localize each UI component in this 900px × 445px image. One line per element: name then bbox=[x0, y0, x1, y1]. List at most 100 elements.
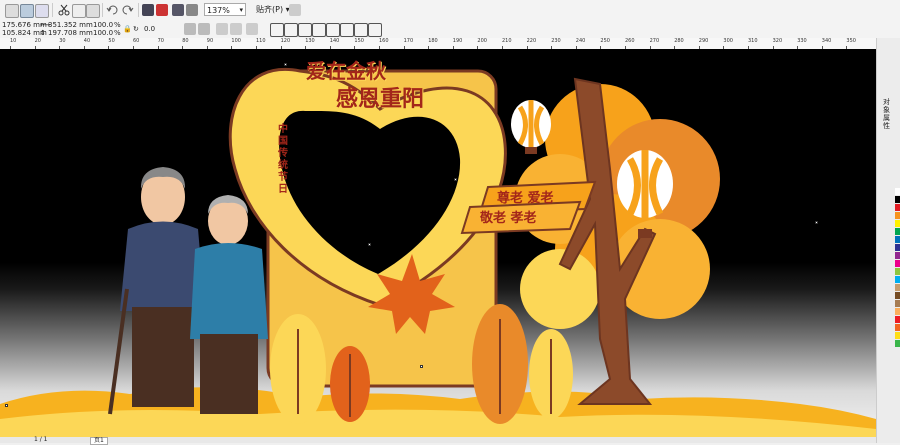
redo-icon[interactable] bbox=[122, 4, 134, 16]
undo-icon[interactable] bbox=[106, 4, 118, 16]
ruler-tick-label: 70 bbox=[157, 38, 164, 44]
rotation-field[interactable]: 0.0 bbox=[144, 25, 155, 33]
color-swatch[interactable] bbox=[895, 300, 900, 307]
color-swatch[interactable] bbox=[895, 252, 900, 259]
selection-handle[interactable] bbox=[284, 63, 287, 66]
ruler-tick-label: 270 bbox=[649, 38, 660, 44]
color-swatch[interactable] bbox=[895, 324, 900, 331]
ungroup-all-icon[interactable] bbox=[246, 23, 258, 35]
banner-respect-love: 尊老 爱老 bbox=[497, 191, 554, 206]
mirror-horizontal-icon[interactable] bbox=[184, 23, 196, 35]
ruler-tick-label: 160 bbox=[379, 38, 389, 44]
color-swatch[interactable] bbox=[895, 284, 900, 291]
page-tab[interactable]: 页1 bbox=[90, 437, 108, 445]
height-field[interactable]: 197.708 mm bbox=[48, 29, 93, 37]
color-swatch[interactable] bbox=[895, 340, 900, 347]
snap-to-label: 贴齐(P) bbox=[256, 5, 284, 14]
lock-ratio-icon[interactable]: 🔒 bbox=[123, 25, 132, 33]
hot-air-balloon-small bbox=[511, 100, 551, 154]
ruler-tick-label: 90 bbox=[206, 38, 214, 44]
intersect-icon[interactable] bbox=[312, 23, 326, 37]
group-icon[interactable] bbox=[216, 23, 228, 35]
cut-icon[interactable] bbox=[58, 4, 70, 16]
zoom-value: 137% bbox=[207, 6, 230, 15]
ruler-tick-label: 300 bbox=[723, 38, 733, 44]
selection-handle[interactable] bbox=[454, 178, 457, 181]
export-icon[interactable] bbox=[156, 4, 168, 16]
color-swatch[interactable] bbox=[895, 212, 900, 219]
color-swatch[interactable] bbox=[895, 308, 900, 315]
open-icon[interactable] bbox=[20, 4, 34, 18]
back-minus-front-icon[interactable] bbox=[354, 23, 368, 37]
app-launcher-icon[interactable] bbox=[186, 4, 198, 16]
title-line-2: 感恩重阳 bbox=[336, 86, 425, 112]
color-swatch[interactable] bbox=[895, 332, 900, 339]
ruler-tick-label: 20 bbox=[34, 38, 41, 44]
chevron-down-icon: ▾ bbox=[239, 6, 243, 14]
selection-handle[interactable] bbox=[815, 221, 818, 224]
ruler-tick-label: 330 bbox=[797, 38, 807, 44]
object-properties-tab[interactable]: 对象属性 bbox=[883, 98, 893, 130]
options-icon[interactable] bbox=[289, 4, 301, 16]
ruler-tick-label: 340 bbox=[821, 38, 832, 44]
ruler-tick-label: 30 bbox=[59, 38, 66, 44]
ruler-tick-label: 200 bbox=[477, 38, 487, 44]
color-swatch[interactable] bbox=[895, 188, 900, 195]
ruler-tick-label: 190 bbox=[452, 38, 463, 44]
page-counter: 1 / 1 bbox=[34, 436, 48, 443]
weld-icon[interactable] bbox=[284, 23, 298, 37]
ruler-tick-label: 130 bbox=[305, 38, 315, 44]
trim-icon[interactable] bbox=[298, 23, 312, 37]
ruler-tick-label: 50 bbox=[108, 38, 115, 44]
combine-icon[interactable] bbox=[270, 23, 284, 37]
drawing-canvas[interactable]: 爱在金秋 感恩重阳 中国传统节日 尊老 爱老 敬老 孝老 bbox=[0, 49, 876, 437]
ungroup-icon[interactable] bbox=[230, 23, 242, 35]
paste-icon[interactable] bbox=[86, 4, 100, 18]
ruler-tick-label: 40 bbox=[83, 38, 91, 44]
color-swatch[interactable] bbox=[895, 276, 900, 283]
boundary-icon[interactable] bbox=[368, 23, 382, 37]
color-swatch[interactable] bbox=[895, 244, 900, 251]
simplify-icon[interactable] bbox=[326, 23, 340, 37]
mirror-vertical-icon[interactable] bbox=[198, 23, 210, 35]
color-swatch[interactable] bbox=[895, 228, 900, 235]
ruler-tick-label: 180 bbox=[428, 38, 438, 44]
selection-handle[interactable] bbox=[420, 365, 423, 368]
width-field[interactable]: 351.352 mm bbox=[48, 21, 93, 29]
selection-handle[interactable] bbox=[368, 243, 371, 246]
scale-y-field[interactable]: 100.0 bbox=[93, 29, 113, 37]
selection-handle[interactable] bbox=[5, 404, 8, 407]
ruler-tick-label: 290 bbox=[698, 38, 709, 44]
rotation-icon: ↻ bbox=[133, 25, 139, 33]
ruler-tick-label: 100 bbox=[231, 38, 241, 44]
ruler-tick-label: 210 bbox=[502, 38, 512, 44]
color-swatch[interactable] bbox=[895, 204, 900, 211]
ruler-tick-label: 140 bbox=[329, 38, 340, 44]
height-icon: ↕ bbox=[40, 29, 46, 37]
copy-icon[interactable] bbox=[72, 4, 86, 18]
ruler-tick-label: 260 bbox=[625, 38, 635, 44]
snap-to-menu[interactable]: 贴齐(P) ▾ bbox=[256, 4, 290, 15]
save-icon[interactable] bbox=[35, 4, 49, 18]
ruler-tick-label: 240 bbox=[575, 38, 586, 44]
grandpa-illustration bbox=[108, 167, 205, 415]
zoom-level-select[interactable]: 137% ▾ bbox=[204, 3, 246, 16]
color-swatch[interactable] bbox=[895, 316, 900, 323]
title-line-1: 爱在金秋 bbox=[306, 59, 386, 83]
import-icon[interactable] bbox=[142, 4, 154, 16]
ruler-tick-label: 80 bbox=[182, 38, 189, 44]
color-swatch[interactable] bbox=[895, 268, 900, 275]
ruler-tick-label: 280 bbox=[674, 38, 684, 44]
scale-x-field[interactable]: 100.0 bbox=[93, 21, 113, 29]
publish-pdf-icon[interactable] bbox=[172, 4, 184, 16]
banner-honor-filial: 敬老 孝老 bbox=[480, 211, 537, 226]
docker-panel: 对象属性 bbox=[876, 38, 900, 443]
front-minus-back-icon[interactable] bbox=[340, 23, 354, 37]
color-swatch[interactable] bbox=[895, 236, 900, 243]
color-swatch[interactable] bbox=[895, 220, 900, 227]
color-swatch[interactable] bbox=[895, 196, 900, 203]
new-document-icon[interactable] bbox=[5, 4, 19, 18]
color-swatch[interactable] bbox=[895, 260, 900, 267]
color-swatch[interactable] bbox=[895, 292, 900, 299]
ruler-tick-label: 110 bbox=[256, 38, 266, 44]
